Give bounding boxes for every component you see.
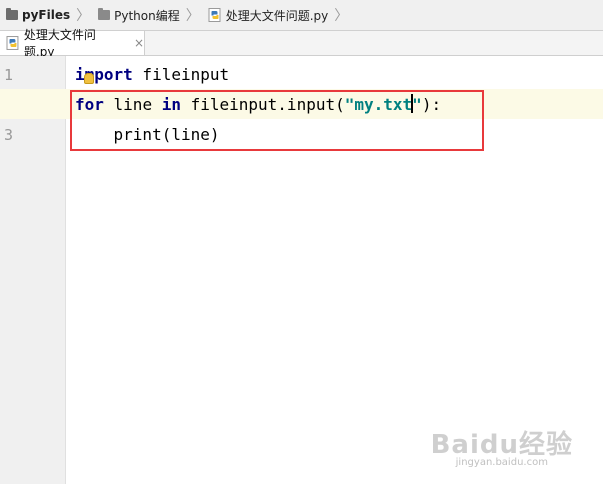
breadcrumb-label: Python编程 (114, 8, 180, 23)
breadcrumb-label: 处理大文件问题.py (225, 8, 329, 23)
line-number-gutter: 1 2 3 (0, 56, 66, 484)
close-icon[interactable]: × (134, 36, 144, 50)
line-number: 3 (4, 126, 14, 144)
code-token: ): (421, 95, 442, 114)
code-token: line (103, 95, 162, 114)
python-file-icon (208, 8, 221, 22)
code-line-3[interactable]: print(line) (75, 120, 220, 150)
tab-file[interactable]: 处理大文件问题.py × (0, 28, 145, 59)
string-token: "my.txt (344, 95, 413, 114)
tab-label: 处理大文件问题.py (23, 28, 96, 59)
code-token: fileinput (132, 65, 230, 84)
watermark-logo: Baidu经验 (430, 430, 573, 460)
code-line-1[interactable]: import fileinput (75, 60, 229, 90)
breadcrumb-label: pyFiles (22, 8, 71, 22)
chevron-right-icon: 〉 (76, 8, 91, 24)
code-token: fileinput.input( (180, 95, 345, 114)
keyword-token: in (161, 95, 181, 114)
folder-icon (98, 8, 111, 20)
string-token: " (412, 95, 422, 114)
lightbulb-icon[interactable] (84, 73, 94, 84)
line-number: 1 (4, 66, 14, 84)
code-line-2[interactable]: for line in fileinput.input("my.txt"): (75, 90, 441, 120)
keyword-token: for (75, 95, 104, 114)
code-token: print(line) (75, 125, 220, 144)
watermark: Baidu经验 jingyan.baidu.com (431, 424, 573, 468)
editor-tab-bar: 处理大文件问题.py × (0, 28, 603, 59)
chevron-right-icon: 〉 (185, 8, 200, 24)
chevron-right-icon: 〉 (334, 8, 349, 24)
python-file-icon (6, 36, 19, 50)
breadcrumb-item-file[interactable]: 处理大文件问题.py (202, 0, 333, 30)
folder-icon (6, 8, 18, 20)
code-editor[interactable]: import fileinput for line in fileinput.i… (0, 56, 603, 484)
